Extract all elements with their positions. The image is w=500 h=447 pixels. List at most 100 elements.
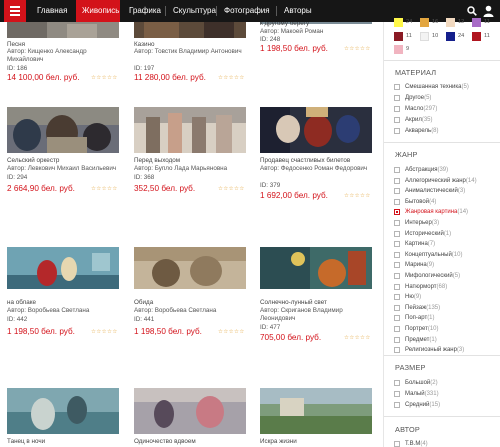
checkbox[interactable] bbox=[394, 380, 400, 386]
color-swatch-blue[interactable] bbox=[446, 32, 455, 41]
artwork-image[interactable] bbox=[134, 22, 246, 38]
card-author: Автор: Воробьева Светлана bbox=[134, 307, 217, 314]
color-swatch-pink[interactable] bbox=[394, 45, 403, 54]
card-title[interactable]: Солнечно-лунный свет bbox=[260, 299, 380, 306]
genre-filter-title[interactable]: ЖАНР bbox=[395, 150, 418, 159]
nav-item-sculpture[interactable]: Скульптура bbox=[167, 0, 222, 22]
color-swatch-yellow[interactable] bbox=[394, 18, 403, 27]
artwork-image[interactable] bbox=[260, 247, 372, 289]
rating-stars[interactable]: ☆☆☆☆☆ bbox=[344, 193, 371, 199]
card-title[interactable]: на облаке bbox=[7, 299, 127, 306]
color-swatch-red[interactable] bbox=[472, 32, 481, 41]
checkbox[interactable] bbox=[394, 128, 400, 134]
material-filter-title[interactable]: МАТЕРИАЛ bbox=[395, 68, 436, 77]
filter-label: Портрет bbox=[405, 326, 428, 332]
checkbox[interactable] bbox=[394, 167, 400, 173]
color-swatch-orange[interactable] bbox=[420, 18, 429, 27]
artwork-image[interactable] bbox=[260, 107, 372, 153]
nav-item-authors[interactable]: Авторы bbox=[278, 0, 318, 22]
rating-stars[interactable]: ☆☆☆☆☆ bbox=[91, 329, 118, 335]
color-swatch-purple[interactable] bbox=[472, 18, 481, 27]
checkbox[interactable] bbox=[394, 220, 400, 226]
checkbox[interactable] bbox=[394, 198, 400, 205]
product-card[interactable]: Искра жизни bbox=[260, 388, 372, 447]
rating-stars[interactable]: ☆☆☆☆☆ bbox=[218, 186, 245, 192]
color-swatch-burgundy[interactable] bbox=[394, 32, 403, 41]
checkbox[interactable] bbox=[394, 391, 400, 397]
size-filter-title[interactable]: РАЗМЕР bbox=[395, 363, 426, 372]
menu-button[interactable] bbox=[4, 0, 26, 22]
product-card[interactable]: к другому берегу Автор: Макоей Роман ID:… bbox=[260, 22, 372, 90]
nav-item-graphics[interactable]: Графика bbox=[123, 0, 167, 22]
rating-stars[interactable]: ☆☆☆☆☆ bbox=[218, 329, 245, 335]
checkbox[interactable] bbox=[394, 95, 400, 101]
user-icon[interactable] bbox=[483, 5, 494, 17]
checkbox[interactable] bbox=[394, 251, 400, 258]
checkbox[interactable] bbox=[394, 315, 400, 322]
filter-count: (8) bbox=[431, 128, 439, 134]
artwork-image[interactable] bbox=[134, 247, 246, 289]
checkbox[interactable] bbox=[394, 117, 400, 123]
color-swatch-white[interactable] bbox=[420, 32, 429, 41]
artwork-image[interactable] bbox=[134, 107, 246, 153]
artwork-image[interactable] bbox=[7, 22, 119, 38]
card-title[interactable]: Обида bbox=[134, 299, 254, 306]
product-card[interactable]: Обида Автор: Воробьева Светлана ID: 441 … bbox=[134, 247, 246, 347]
artwork-image[interactable] bbox=[134, 388, 246, 434]
artwork-image[interactable] bbox=[260, 388, 372, 434]
product-card[interactable]: Песня Автор: Кищенко Александр Михайлови… bbox=[7, 22, 119, 90]
rating-stars[interactable]: ☆☆☆☆☆ bbox=[91, 186, 118, 192]
checkbox[interactable] bbox=[394, 188, 400, 195]
checkbox[interactable] bbox=[394, 294, 400, 301]
color-swatch-beige[interactable] bbox=[446, 18, 455, 27]
search-icon[interactable] bbox=[467, 6, 477, 16]
checkbox[interactable] bbox=[394, 336, 400, 343]
filter-label: Интерьер bbox=[405, 220, 432, 226]
checkbox[interactable] bbox=[394, 177, 400, 184]
product-card[interactable]: Продавец счастливых билетов Автор: Федос… bbox=[260, 107, 372, 203]
nav-item-painting[interactable]: Живопись bbox=[76, 0, 120, 22]
product-card[interactable]: Солнечно-лунный свет Автор: Скриганов Вл… bbox=[260, 247, 372, 347]
checkbox[interactable] bbox=[394, 262, 400, 269]
checkbox[interactable] bbox=[394, 441, 400, 447]
card-title[interactable]: Искра жизни bbox=[260, 438, 380, 445]
card-title[interactable]: Перед выходом bbox=[134, 157, 254, 164]
checkbox[interactable] bbox=[394, 273, 400, 279]
product-card[interactable]: Сельский оркестр Автор: Левкович Михаил … bbox=[7, 107, 119, 203]
checkbox[interactable] bbox=[394, 326, 400, 332]
product-card[interactable]: Казино Автор: Товстик Владимир Антонович… bbox=[134, 22, 246, 90]
checkbox[interactable] bbox=[394, 230, 400, 237]
product-card[interactable]: Перед выходом Автор: Бупло Лада Марьянов… bbox=[134, 107, 246, 203]
checkbox[interactable] bbox=[394, 84, 400, 90]
checkbox[interactable] bbox=[394, 347, 400, 354]
filter-label: Другое bbox=[405, 95, 425, 101]
artwork-image[interactable] bbox=[7, 107, 119, 153]
card-title[interactable]: Сельский оркестр bbox=[7, 157, 127, 164]
checkbox[interactable] bbox=[394, 283, 400, 290]
nav-item-home[interactable]: Главная bbox=[31, 0, 73, 22]
rating-stars[interactable]: ☆☆☆☆☆ bbox=[344, 335, 371, 341]
checkbox[interactable] bbox=[394, 402, 400, 408]
author-filter-title[interactable]: АВТОР bbox=[395, 425, 420, 434]
checkbox[interactable] bbox=[394, 106, 400, 112]
artwork-image[interactable] bbox=[7, 247, 119, 289]
rating-stars[interactable]: ☆☆☆☆☆ bbox=[344, 46, 371, 52]
card-title[interactable]: Одиночество вдвоем bbox=[134, 438, 254, 445]
checkbox[interactable] bbox=[394, 304, 400, 311]
card-title[interactable]: Песня bbox=[7, 41, 127, 48]
checkbox[interactable] bbox=[394, 241, 400, 248]
filter-count: (10) bbox=[427, 326, 439, 332]
nav-item-photography[interactable]: Фотография bbox=[218, 0, 276, 22]
product-card[interactable]: Танец в ночи bbox=[7, 388, 119, 447]
rating-stars[interactable]: ☆☆☆☆☆ bbox=[91, 75, 118, 81]
product-card[interactable]: на облаке Автор: Воробьева Светлана ID: … bbox=[7, 247, 119, 347]
product-card[interactable]: Одиночество вдвоем bbox=[134, 388, 246, 447]
card-title[interactable]: Казино bbox=[134, 41, 254, 48]
card-title[interactable]: Продавец счастливых билетов bbox=[260, 157, 380, 164]
rating-stars[interactable]: ☆☆☆☆☆ bbox=[218, 75, 245, 81]
artwork-image[interactable] bbox=[7, 388, 119, 434]
card-price: 1 198,50 бел. руб. bbox=[134, 327, 202, 336]
card-title[interactable]: Танец в ночи bbox=[7, 438, 127, 445]
card-title[interactable]: к другому берегу bbox=[260, 22, 380, 27]
checkbox[interactable] bbox=[394, 209, 400, 216]
